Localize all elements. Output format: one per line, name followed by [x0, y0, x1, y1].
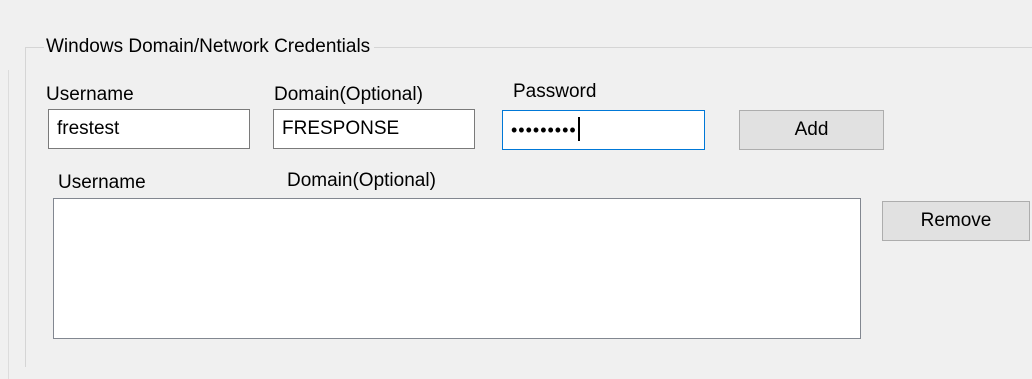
domain-label: Domain(Optional) — [274, 84, 423, 105]
list-header-domain: Domain(Optional) — [287, 170, 436, 191]
add-button[interactable]: Add — [739, 110, 884, 150]
window-left-edge — [8, 70, 9, 379]
credentials-listbox[interactable] — [53, 198, 861, 339]
username-input-value: frestest — [57, 118, 120, 139]
text-caret — [577, 117, 580, 142]
remove-button[interactable]: Remove — [882, 201, 1030, 241]
groupbox-title: Windows Domain/Network Credentials — [44, 35, 375, 59]
list-header-username: Username — [58, 172, 146, 193]
password-input-value: ••••••••• — [511, 120, 577, 140]
username-input[interactable]: frestest — [48, 109, 250, 149]
password-input[interactable]: ••••••••• — [502, 110, 705, 150]
domain-input[interactable]: FRESPONSE — [273, 109, 475, 149]
password-label: Password — [513, 81, 597, 102]
username-label: Username — [46, 84, 134, 105]
domain-input-value: FRESPONSE — [282, 118, 400, 139]
